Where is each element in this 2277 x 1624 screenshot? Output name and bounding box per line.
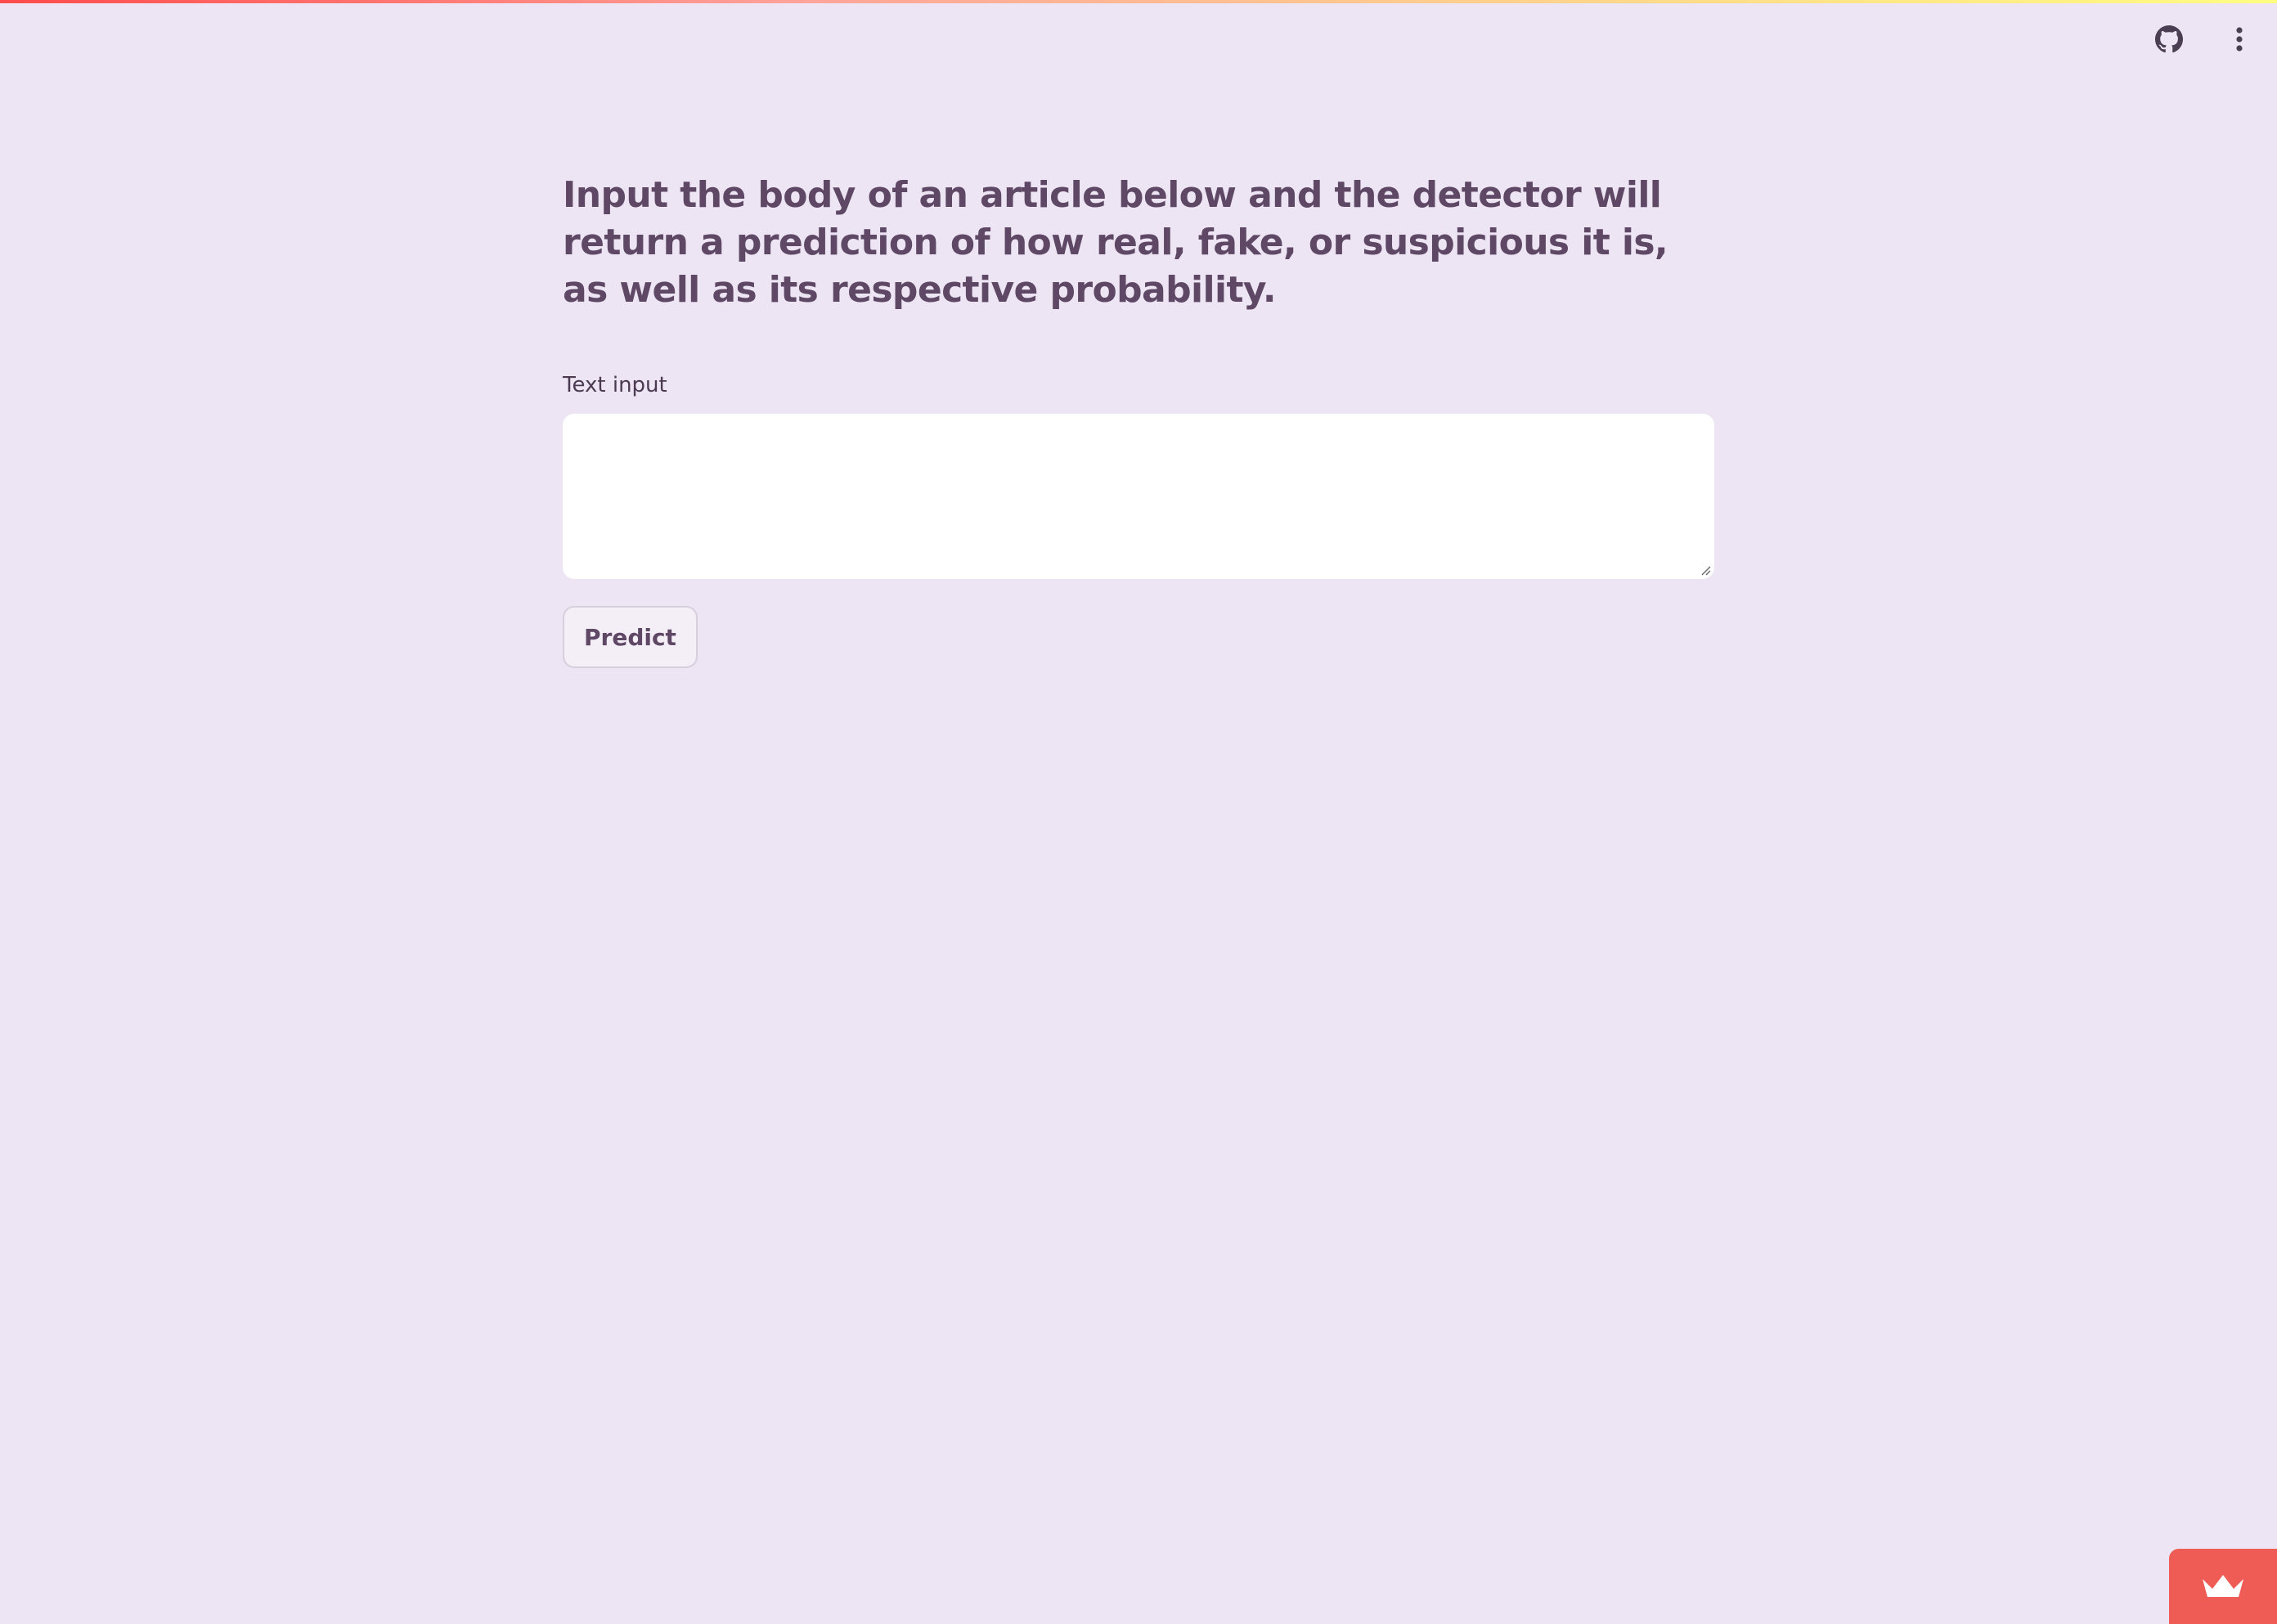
main-menu-button[interactable] bbox=[2220, 20, 2259, 59]
page-title: Input the body of an article below and t… bbox=[563, 174, 1668, 311]
text-input-label: Text input bbox=[563, 373, 667, 397]
top-decoration-bar bbox=[0, 0, 2277, 3]
vertical-ellipsis-icon bbox=[2236, 27, 2243, 52]
crown-icon bbox=[2203, 1575, 2243, 1597]
github-icon bbox=[2155, 25, 2183, 53]
text-input-container bbox=[563, 414, 1714, 579]
predict-button[interactable]: Predict bbox=[563, 606, 698, 668]
header-toolbar bbox=[2149, 20, 2259, 59]
resize-handle-icon[interactable] bbox=[1698, 563, 1711, 576]
article-text-input[interactable] bbox=[563, 414, 1714, 579]
github-button[interactable] bbox=[2149, 20, 2189, 59]
streamlit-badge[interactable] bbox=[2169, 1549, 2277, 1624]
main-content: Input the body of an article below and t… bbox=[563, 172, 1714, 668]
